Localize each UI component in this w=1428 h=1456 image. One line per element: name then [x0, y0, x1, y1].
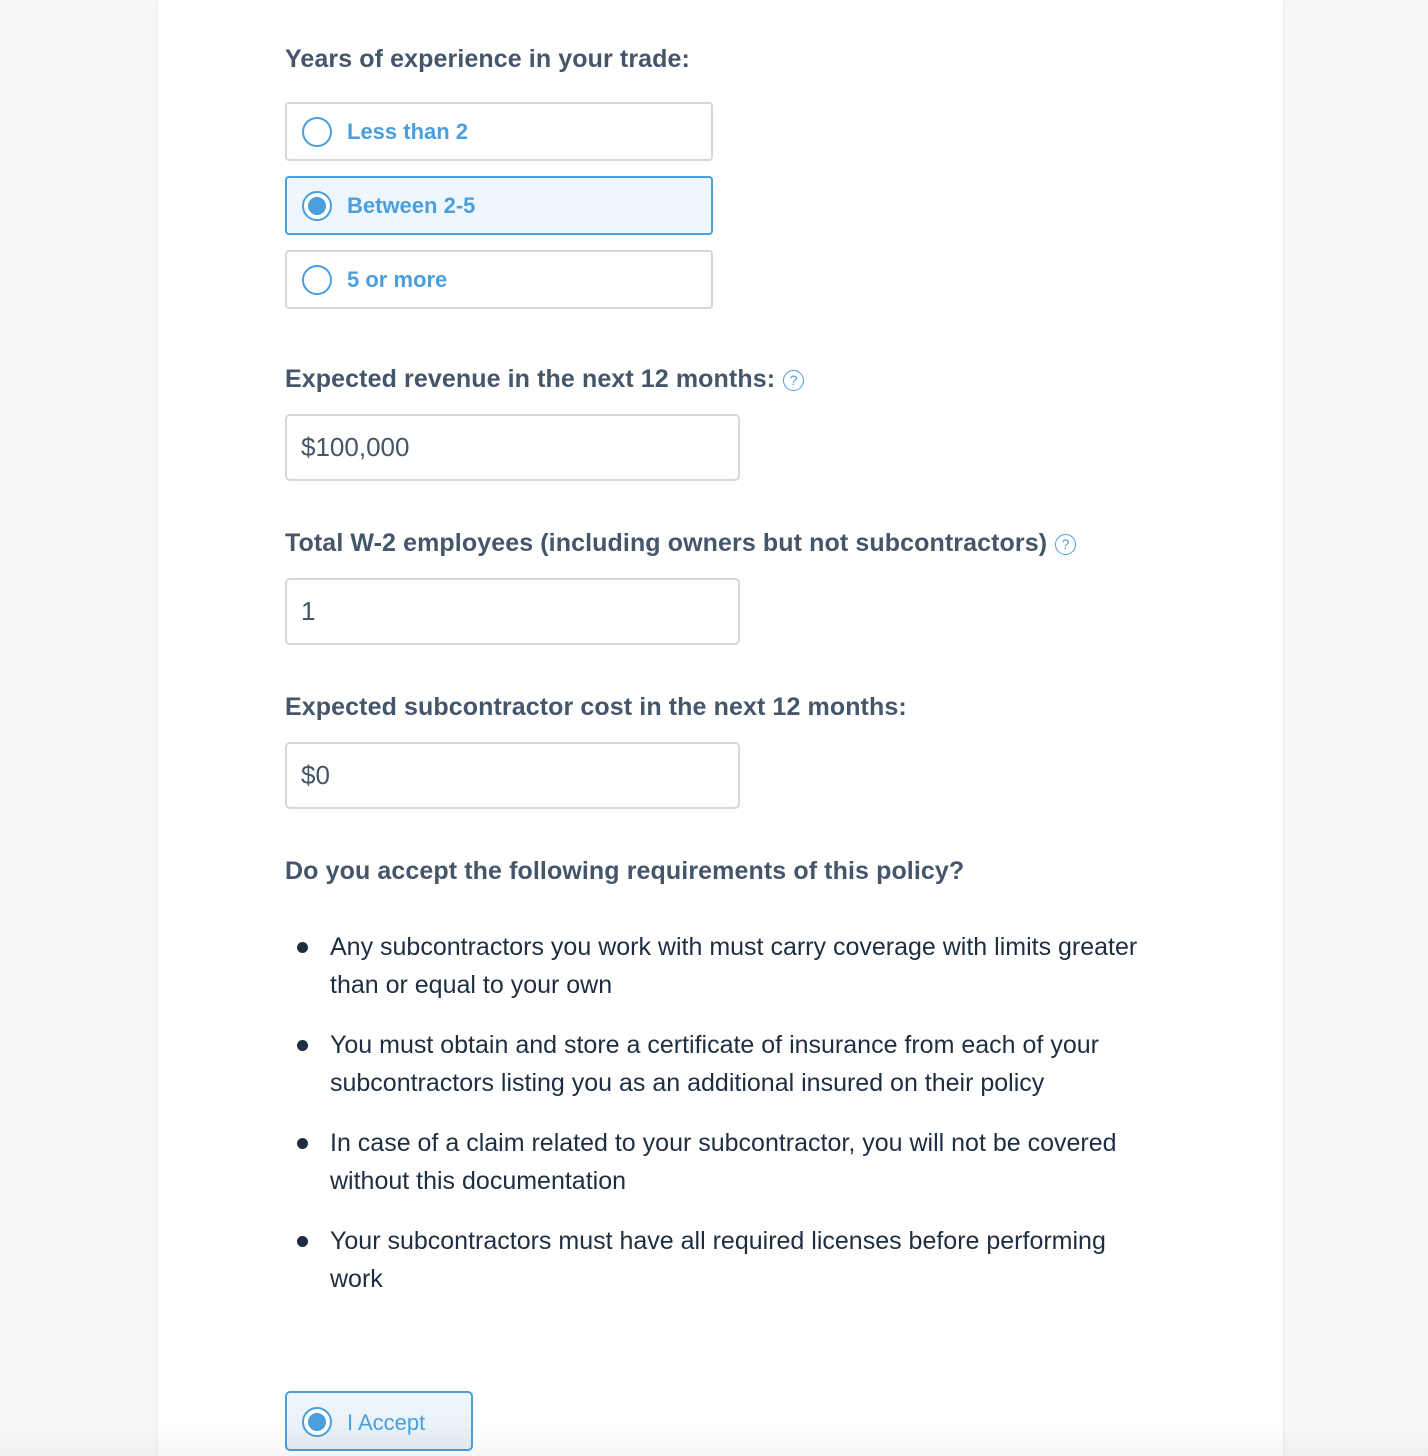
employees-label: Total W-2 employees (including owners bu… [285, 529, 1077, 558]
form-card: Years of experience in your trade: Less … [158, 0, 1283, 1456]
requirements-list: Any subcontractors you work with must ca… [285, 928, 1165, 1320]
help-icon[interactable]: ? [1055, 534, 1077, 555]
requirement-text: Your subcontractors must have all requir… [330, 1227, 1106, 1293]
radio-selected-icon [302, 191, 332, 221]
help-icon[interactable]: ? [783, 370, 805, 391]
revenue-label-text: Expected revenue in the next 12 months: [285, 365, 776, 393]
subcontractor-cost-label: Expected subcontractor cost in the next … [285, 693, 907, 721]
bullet-icon [297, 1236, 308, 1247]
requirement-text: In case of a claim related to your subco… [330, 1129, 1117, 1195]
requirements-question: Do you accept the following requirements… [285, 857, 965, 885]
bullet-icon [297, 942, 308, 953]
requirement-item: In case of a claim related to your subco… [285, 1124, 1165, 1200]
bullet-icon [297, 1138, 308, 1149]
option-label: Less than 2 [347, 119, 469, 144]
requirement-text: You must obtain and store a certificate … [330, 1031, 1099, 1097]
experience-option-5-or-more[interactable]: 5 or more [285, 250, 713, 309]
bullet-icon [297, 1040, 308, 1051]
subcontractor-cost-input[interactable] [285, 742, 740, 809]
employees-label-text: Total W-2 employees (including owners bu… [285, 529, 1048, 557]
requirement-item: You must obtain and store a certificate … [285, 1026, 1165, 1102]
requirement-text: Any subcontractors you work with must ca… [330, 933, 1138, 999]
accept-label: I Accept [347, 1410, 426, 1435]
requirement-item: Your subcontractors must have all requir… [285, 1222, 1165, 1298]
option-label: Between 2-5 [347, 193, 476, 218]
radio-circle-icon [302, 117, 332, 147]
experience-option-between-2-5[interactable]: Between 2-5 [285, 176, 713, 235]
radio-circle-icon [302, 265, 332, 295]
accept-radio-button[interactable]: I Accept [285, 1391, 473, 1451]
requirement-item: Any subcontractors you work with must ca… [285, 928, 1165, 1004]
employees-input[interactable] [285, 578, 740, 645]
radio-selected-icon [302, 1407, 332, 1437]
revenue-label: Expected revenue in the next 12 months:? [285, 365, 805, 394]
experience-option-less-than-2[interactable]: Less than 2 [285, 102, 713, 161]
option-label: 5 or more [347, 267, 448, 292]
experience-label: Years of experience in your trade: [285, 45, 690, 73]
revenue-input[interactable] [285, 414, 740, 481]
